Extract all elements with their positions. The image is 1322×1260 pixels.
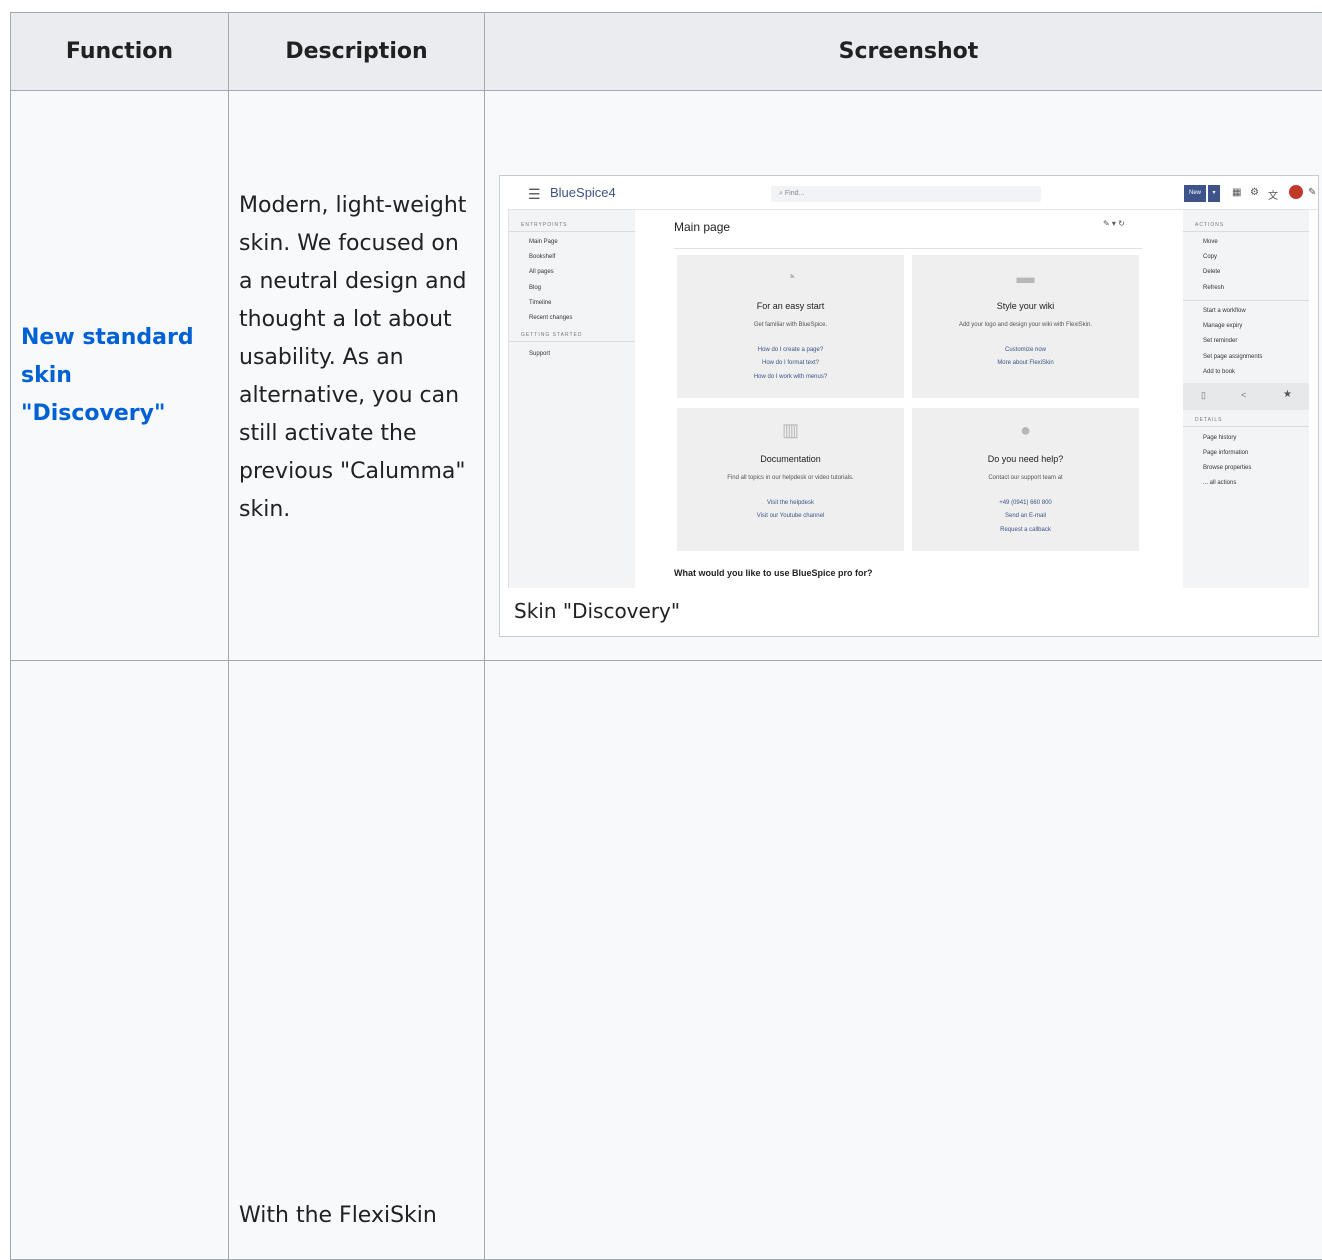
divider <box>1183 426 1309 427</box>
section-details: DETAILS <box>1195 417 1223 423</box>
preview-new-button: New <box>1184 185 1206 202</box>
preview-topbar: ☰ BlueSpice4 ⌕ Find... New ▾ ▦ ⚙ 文 ✎ <box>508 176 1318 210</box>
translate-icon: 文 <box>1268 191 1278 202</box>
preview-question: What would you like to use BlueSpice pro… <box>674 568 873 578</box>
card-need-help: ● Do you need help? Contact our support … <box>912 408 1139 551</box>
section-getting-started: GETTING STARTED <box>521 332 583 338</box>
preview-page-title: Main page <box>674 220 731 234</box>
preview-logo: BlueSpice4 <box>550 185 616 200</box>
books-icon: ▥ <box>781 420 799 440</box>
row1-screenshot-cell: ☰ BlueSpice4 ⌕ Find... New ▾ ▦ ⚙ 文 ✎ ENT… <box>484 90 1322 661</box>
preview-right-sidebar: ACTIONS Move Copy Delete Refresh Start a… <box>1183 210 1309 588</box>
divider <box>1183 300 1309 301</box>
preview-search: ⌕ Find... <box>771 186 1041 202</box>
section-entrypoints: ENTRYPOINTS <box>521 222 568 228</box>
chevron-down-icon: ▾ <box>1208 185 1220 202</box>
feature-table: Function Description Screenshot New stan… <box>10 12 1322 1260</box>
speedometer-icon: ◔ <box>785 267 796 287</box>
header-function: Function <box>10 12 229 91</box>
section-actions: ACTIONS <box>1195 222 1225 228</box>
sidebar-item: Blog <box>529 285 542 291</box>
screenshot-caption: Skin "Discovery" <box>514 599 681 623</box>
divider <box>509 231 635 232</box>
gear-icon: ⚙ <box>1250 187 1259 198</box>
menu-icon: ☰ <box>528 186 541 202</box>
card-documentation: ▥ Documentation Find all topics in our h… <box>677 408 904 551</box>
divider <box>509 341 635 342</box>
paint-roller-icon: ▬ <box>1016 267 1035 287</box>
preview-page-tools: ✎ ▾ ↻ <box>1103 219 1125 228</box>
page-icon: ▯ <box>1201 390 1206 400</box>
row1-description: Modern, light-weight skin. We focused on… <box>239 193 467 522</box>
discovery-skin-preview: ☰ BlueSpice4 ⌕ Find... New ▾ ▦ ⚙ 文 ✎ ENT… <box>508 176 1318 588</box>
sidebar-item: Support <box>529 351 551 357</box>
row2-description: With the FlexiSkin <box>239 1203 437 1228</box>
share-icon: < <box>1241 390 1247 400</box>
card-style-wiki: ▬ Style your wiki Add your logo and desi… <box>912 255 1139 398</box>
sidebar-item: Main Page <box>529 239 558 245</box>
header-screenshot: Screenshot <box>484 12 1322 91</box>
header-description: Description <box>228 12 485 91</box>
row2-description-cell: With the FlexiSkin <box>228 660 485 1260</box>
sidebar-item: All pages <box>529 269 554 275</box>
card-easy-start: ◔ For an easy start Get familiar with Bl… <box>677 255 904 398</box>
star-icon: ★ <box>1283 389 1292 400</box>
sidebar-item: Timeline <box>529 300 552 306</box>
row2-screenshot-cell <box>484 660 1322 1260</box>
preview-left-sidebar: ENTRYPOINTS Main Page Bookshelf All page… <box>508 210 635 588</box>
divider <box>1183 231 1309 232</box>
row1-description-cell: Modern, light-weight skin. We focused on… <box>228 90 485 661</box>
sidebar-item: Bookshelf <box>529 254 556 260</box>
pencil-icon: ✎ <box>1308 187 1317 198</box>
function-link-discovery[interactable]: New standard skin "Discovery" <box>21 319 221 433</box>
apps-grid-icon: ▦ <box>1232 187 1242 198</box>
chat-bubble-icon: ● <box>1020 420 1031 440</box>
sidebar-item: Recent changes <box>529 315 573 321</box>
screenshot-thumbnail[interactable]: ☰ BlueSpice4 ⌕ Find... New ▾ ▦ ⚙ 文 ✎ ENT… <box>499 175 1319 637</box>
row1-function-cell: New standard skin "Discovery" <box>10 90 229 661</box>
preview-icon-bar: ▯ < ★ <box>1183 383 1309 410</box>
row2-function-cell <box>10 660 229 1260</box>
avatar <box>1289 185 1303 199</box>
divider <box>674 248 1142 249</box>
